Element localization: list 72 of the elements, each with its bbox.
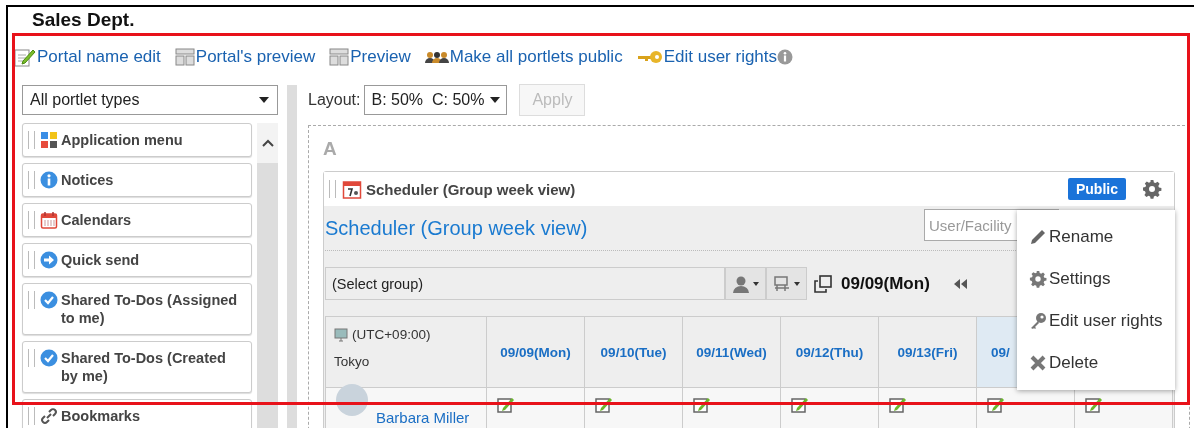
- city-label: Tokyo: [334, 353, 371, 371]
- todo-check-icon: [40, 349, 58, 367]
- drag-handle[interactable]: [28, 407, 35, 425]
- day-header-link[interactable]: 09/12(Thu): [795, 344, 864, 360]
- caret-icon: [259, 97, 269, 103]
- portlet-heading-link[interactable]: Scheduler (Group week view): [325, 216, 588, 240]
- close-icon: [1029, 354, 1047, 372]
- todo-check-icon: [40, 291, 58, 309]
- drag-handle[interactable]: [28, 291, 35, 309]
- chevron-up-icon[interactable]: [261, 139, 274, 147]
- facility-icon: [773, 274, 791, 293]
- scrollbar[interactable]: [257, 123, 278, 428]
- menu-item[interactable]: Settings: [1017, 258, 1175, 300]
- facility-filter-button[interactable]: [766, 267, 807, 300]
- group-select[interactable]: (Select group): [325, 267, 725, 300]
- caret-icon: [753, 281, 759, 286]
- info-icon: [40, 171, 58, 189]
- toolbar-link[interactable]: Preview: [329, 47, 411, 67]
- layout-icon: [174, 48, 195, 66]
- key-icon: [636, 50, 663, 64]
- info-icon[interactable]: [777, 49, 794, 65]
- portlet-item[interactable]: Notices: [22, 163, 252, 197]
- edit-note-icon: [14, 47, 36, 67]
- menu-item[interactable]: Delete: [1017, 342, 1175, 384]
- portlet-item[interactable]: Shared To-Dos (Created by me): [22, 341, 252, 393]
- drag-handle[interactable]: [28, 349, 35, 367]
- toolbar-link[interactable]: Make all portlets public: [424, 47, 623, 67]
- user-icon: [732, 274, 750, 293]
- portlet-item[interactable]: Bookmarks: [22, 399, 252, 428]
- caret-icon: [794, 281, 800, 286]
- drag-handle[interactable]: [28, 131, 35, 149]
- portlet-item[interactable]: Quick send: [22, 243, 252, 277]
- layout-select[interactable]: B: 50% C: 50%: [364, 85, 508, 115]
- monitor-icon: [334, 327, 348, 342]
- arrow-circle-icon: [40, 251, 58, 269]
- day-header-link[interactable]: 09/09(Mon): [500, 344, 571, 360]
- layout-icon: [329, 48, 350, 66]
- caret-icon: [490, 97, 501, 103]
- drag-handle[interactable]: [28, 251, 35, 269]
- drag-handle[interactable]: [28, 211, 35, 229]
- app-grid-icon: [40, 131, 58, 149]
- calendar-icon: [342, 179, 362, 199]
- portlet-title: Scheduler (Group week view): [366, 180, 576, 198]
- menu-item[interactable]: Edit user rights: [1017, 300, 1175, 342]
- day-header-link[interactable]: 09/10(Tue): [600, 344, 667, 360]
- timezone-label: (UTC+09:00): [352, 326, 431, 344]
- portlet-type-select[interactable]: All portlet types: [22, 85, 278, 115]
- people-icon: [424, 50, 449, 64]
- pencil-icon: [1029, 228, 1047, 246]
- toolbar-link[interactable]: Portal name edit: [14, 47, 161, 67]
- portlet-item[interactable]: Application menu: [22, 123, 252, 157]
- settings-icon: [1142, 179, 1162, 199]
- portlet-item[interactable]: Calendars: [22, 203, 252, 237]
- current-date: 09/09(Mon): [841, 273, 930, 294]
- day-header-link[interactable]: 09/13(Fri): [897, 344, 958, 360]
- drag-handle[interactable]: [28, 171, 35, 189]
- link-icon: [40, 407, 58, 425]
- user-filter-button[interactable]: [725, 267, 766, 300]
- page-title: Sales Dept.: [32, 9, 136, 31]
- toolbar-link[interactable]: Portal's preview: [174, 47, 316, 67]
- public-badge: Public: [1068, 178, 1126, 200]
- settings-icon: [1029, 270, 1047, 288]
- layout-label: Layout:: [308, 91, 361, 109]
- toolbar-link[interactable]: Edit user rights: [636, 47, 778, 67]
- day-header-link[interactable]: 09/11(Wed): [696, 344, 767, 360]
- drag-handle[interactable]: [329, 180, 336, 198]
- calendar-icon: [40, 211, 58, 229]
- portlet-item[interactable]: Shared To-Dos (Assigned to me): [22, 283, 252, 335]
- key-icon: [1029, 312, 1047, 330]
- day-header-link[interactable]: 09/: [991, 344, 1010, 360]
- area-label: A: [323, 137, 338, 161]
- copy-icon[interactable]: [813, 273, 833, 294]
